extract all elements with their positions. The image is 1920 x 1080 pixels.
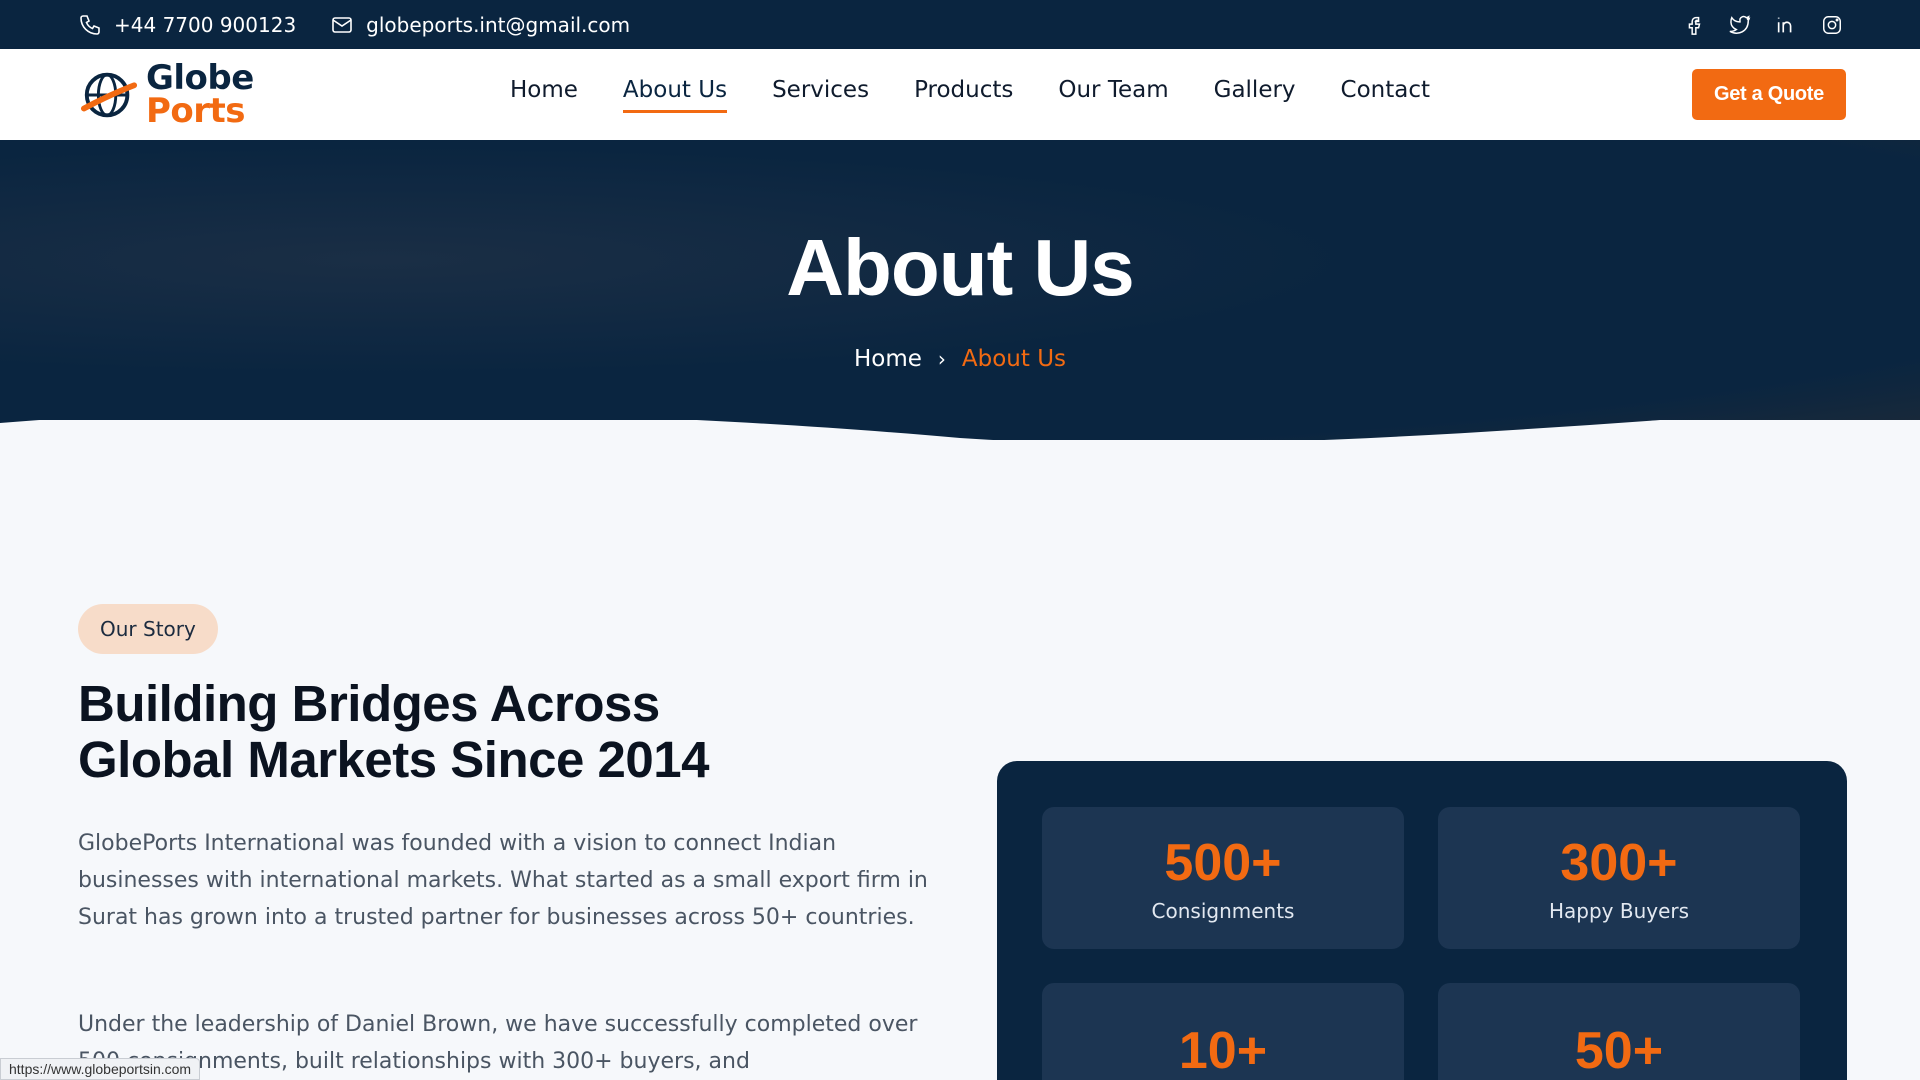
hero-wave-divider [0,420,1920,480]
nav-about-us[interactable]: About Us [622,77,728,113]
twitter-icon[interactable] [1728,13,1752,37]
stat-years: 10+ [1042,983,1404,1080]
stat-label: Consignments [1151,899,1295,923]
breadcrumb-current: About Us [961,346,1067,372]
main-header: Globe Ports Home About Us Services Produ… [0,49,1920,140]
stat-happy-buyers: 300+ Happy Buyers [1438,807,1800,949]
globe-logo-icon [80,72,138,117]
stats-card: 500+ Consignments 300+ Happy Buyers 10+ … [997,761,1847,1080]
stat-value: 50+ [1574,1022,1664,1080]
page-hero: About Us Home › About Us [0,140,1920,440]
chevron-right-icon: › [937,347,946,371]
logo[interactable]: Globe Ports [80,58,500,131]
email-contact[interactable]: globeports.int@gmail.com [330,13,630,37]
section-tag: Our Story [78,604,218,654]
nav-home[interactable]: Home [510,77,578,113]
browser-status-url: https://www.globeportsin.com [0,1058,201,1080]
story-paragraph-2: Under the leadership of Daniel Brown, we… [78,1012,918,1074]
contact-info: +44 7700 900123 globeports.int@gmail.com [78,13,630,37]
section-heading: Building Bridges Across Global Markets S… [78,676,838,788]
nav-our-team[interactable]: Our Team [1058,77,1168,113]
stat-label: Happy Buyers [1548,899,1690,923]
logo-line-ports: Ports [146,90,246,131]
stat-value: 10+ [1178,1022,1268,1080]
logo-text: Globe Ports [146,58,254,131]
breadcrumb: Home › About Us [0,346,1920,372]
nav-products[interactable]: Products [914,77,1013,113]
instagram-icon[interactable] [1820,13,1844,37]
heading-line-2: Global Markets Since 2014 [78,731,709,788]
phone-contact[interactable]: +44 7700 900123 [78,13,296,37]
nav-gallery[interactable]: Gallery [1214,77,1296,113]
stat-consignments: 500+ Consignments [1042,807,1404,949]
logo-line-globe: Globe [146,58,254,99]
story-paragraph-1: GlobePorts International was founded wit… [78,831,928,930]
breadcrumb-home[interactable]: Home [854,346,922,372]
social-links [1682,13,1844,37]
mail-icon [332,16,352,33]
top-bar: +44 7700 900123 globeports.int@gmail.com [0,0,1920,49]
linkedin-icon[interactable] [1774,13,1798,37]
email-address: globeports.int@gmail.com [366,12,631,37]
stat-value: 500+ [1164,834,1282,892]
facebook-icon[interactable] [1682,13,1706,37]
stat-countries: 50+ [1438,983,1800,1080]
main-nav: Home About Us Services Products Our Team… [500,77,1692,113]
nav-contact[interactable]: Contact [1341,77,1430,113]
get-a-quote-button[interactable]: Get a Quote [1691,69,1846,120]
stat-value: 300+ [1560,834,1678,892]
phone-number: +44 7700 900123 [114,12,297,37]
heading-line-1: Building Bridges Across [78,675,660,732]
nav-services[interactable]: Services [772,77,869,113]
page-title: About Us [786,223,1135,312]
phone-icon [80,14,100,35]
